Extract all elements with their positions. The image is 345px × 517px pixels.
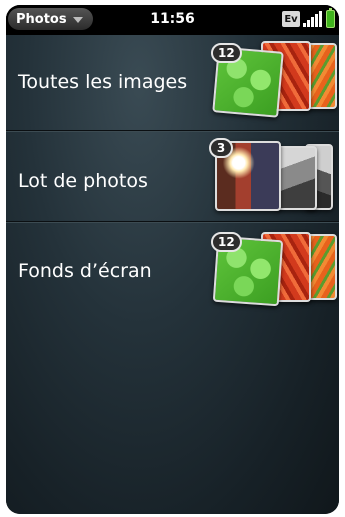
signal-strength-icon <box>303 11 323 27</box>
album-thumbnail <box>275 146 317 210</box>
album-thumbnail-stack: 12 <box>211 230 339 310</box>
photo-count-badge: 3 <box>209 138 233 158</box>
status-bar: Photos 11:56 Ev <box>6 5 339 35</box>
battery-icon <box>326 8 335 28</box>
row-divider <box>6 221 339 223</box>
album-row-photo-batch[interactable]: Lot de photos 3 <box>6 133 339 221</box>
album-list: Toutes les images 12 Lot de photos 3 Fon… <box>6 35 339 514</box>
device-screen: Photos 11:56 Ev Toutes les images 12 Lot… <box>6 5 339 514</box>
album-row-wallpapers[interactable]: Fonds d’écran 12 <box>6 224 339 314</box>
network-type-icon: Ev <box>282 11 300 27</box>
photo-count-badge: 12 <box>211 232 242 252</box>
album-row-all-images[interactable]: Toutes les images 12 <box>6 35 339 130</box>
album-thumbnail-stack: 12 <box>211 39 339 119</box>
photo-count-badge: 12 <box>211 43 242 63</box>
album-label: Lot de photos <box>18 170 148 192</box>
album-thumbnail-stack: 3 <box>209 138 337 218</box>
album-label: Toutes les images <box>18 71 188 93</box>
album-label: Fonds d’écran <box>18 260 152 282</box>
row-divider <box>6 130 339 132</box>
